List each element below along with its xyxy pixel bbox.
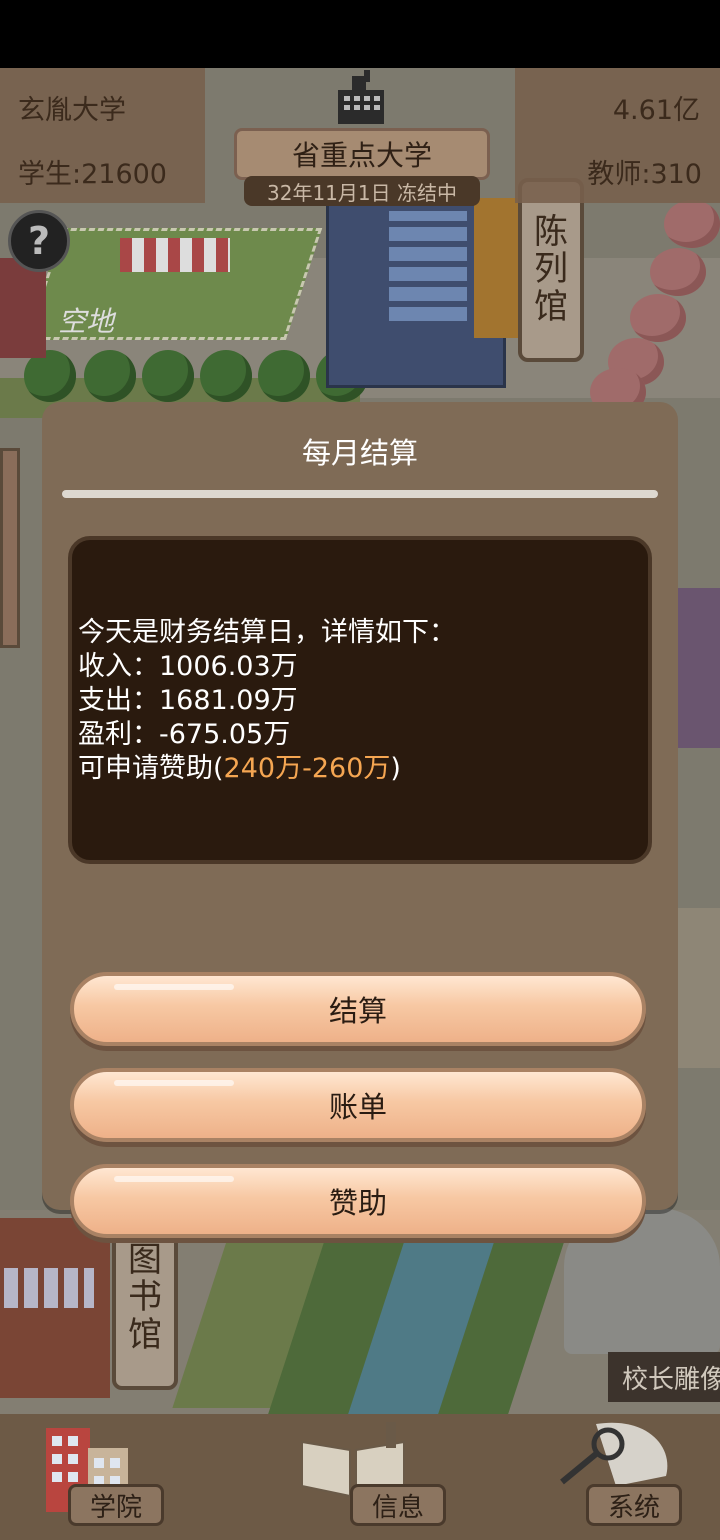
left-building bbox=[0, 448, 20, 648]
empty-lot-label: 空地 bbox=[58, 305, 115, 338]
sponsor-prefix: 可申请赞助( bbox=[78, 753, 224, 784]
tab-college-label: 学院 bbox=[68, 1484, 164, 1526]
blossom-tree bbox=[650, 248, 706, 296]
right-building bbox=[678, 908, 720, 1068]
status-bar bbox=[0, 0, 720, 68]
hud-left-panel: 玄胤大学 学生:21600 bbox=[0, 68, 205, 203]
sponsor-low: 240万 bbox=[223, 753, 303, 784]
teacher-count: 教师:310 bbox=[587, 159, 702, 190]
library-windows bbox=[4, 1268, 94, 1308]
report-profit: 盈利：-675.05万 bbox=[78, 719, 291, 750]
report-income: 收入：1006.03万 bbox=[78, 651, 298, 682]
exhibition-hall-sign[interactable]: 陈 列 馆 bbox=[518, 178, 584, 362]
report-expense: 支出：1681.09万 bbox=[78, 685, 298, 716]
help-button[interactable]: ? bbox=[8, 210, 70, 272]
school-building-icon bbox=[338, 70, 384, 124]
tree bbox=[258, 350, 310, 402]
building-windows bbox=[389, 211, 467, 321]
tab-college[interactable]: 学院 bbox=[20, 1414, 220, 1540]
sponsor-dash: - bbox=[302, 753, 312, 784]
library-char: 图 bbox=[128, 1239, 162, 1280]
hud-right-panel: 4.61亿 教师:310 bbox=[515, 68, 720, 203]
title-divider bbox=[62, 490, 658, 498]
monthly-settlement-dialog: 每月结算 今天是财务结算日，详情如下： 收入：1006.03万 支出：1681.… bbox=[42, 402, 678, 1238]
right-building bbox=[678, 588, 720, 748]
left-building bbox=[0, 258, 46, 358]
tree bbox=[200, 350, 252, 402]
tree bbox=[84, 350, 136, 402]
tab-info-label: 信息 bbox=[350, 1484, 446, 1526]
statue-label[interactable]: 校长雕像 bbox=[608, 1352, 720, 1402]
student-count: 学生:21600 bbox=[18, 159, 167, 190]
university-rank: 省重点大学 bbox=[234, 128, 490, 180]
bottom-nav: 学院 信息 系统 bbox=[0, 1414, 720, 1540]
rank-banner: 省重点大学 32年11月1日 冻结中 bbox=[228, 68, 496, 208]
report-text: 今天是财务结算日，详情如下： 收入：1006.03万 支出：1681.09万 盈… bbox=[78, 616, 456, 786]
sponsor-high: 260万 bbox=[311, 753, 391, 784]
exhibition-hall-char: 陈 bbox=[534, 211, 568, 252]
sponsor-suffix: ) bbox=[390, 753, 401, 784]
university-name: 玄胤大学 bbox=[18, 95, 126, 126]
blossom-tree bbox=[630, 294, 686, 342]
blossom-tree bbox=[664, 200, 720, 248]
construction-barrier bbox=[120, 238, 230, 272]
money-display: 4.61亿 bbox=[612, 95, 700, 126]
dialog-title: 每月结算 bbox=[301, 436, 418, 470]
report-intro: 今天是财务结算日，详情如下： bbox=[78, 617, 456, 648]
report-panel: 今天是财务结算日，详情如下： 收入：1006.03万 支出：1681.09万 盈… bbox=[68, 536, 652, 864]
settle-button[interactable]: 结算 bbox=[70, 972, 646, 1046]
building-side bbox=[474, 198, 518, 338]
bill-button[interactable]: 账单 bbox=[70, 1068, 646, 1142]
date-status: 32年11月1日 冻结中 bbox=[244, 176, 480, 206]
game-screen: 空地 陈 列 馆 图 书 馆 校长雕像 玄胤大学 学生:21600 4.61亿 … bbox=[0, 68, 720, 1540]
tab-system-label: 系统 bbox=[586, 1484, 682, 1526]
library-building[interactable] bbox=[0, 1218, 110, 1398]
sponsor-button[interactable]: 赞助 bbox=[70, 1164, 646, 1238]
exhibition-hall-char: 馆 bbox=[534, 286, 568, 327]
report-sponsor: 可申请赞助(240万-260万) bbox=[78, 752, 456, 786]
library-char: 馆 bbox=[128, 1314, 162, 1355]
tab-info[interactable]: 信息 bbox=[264, 1414, 464, 1540]
tab-system[interactable]: 系统 bbox=[500, 1414, 700, 1540]
exhibition-hall-char: 列 bbox=[534, 249, 568, 290]
library-char: 书 bbox=[128, 1277, 162, 1318]
tree bbox=[142, 350, 194, 402]
